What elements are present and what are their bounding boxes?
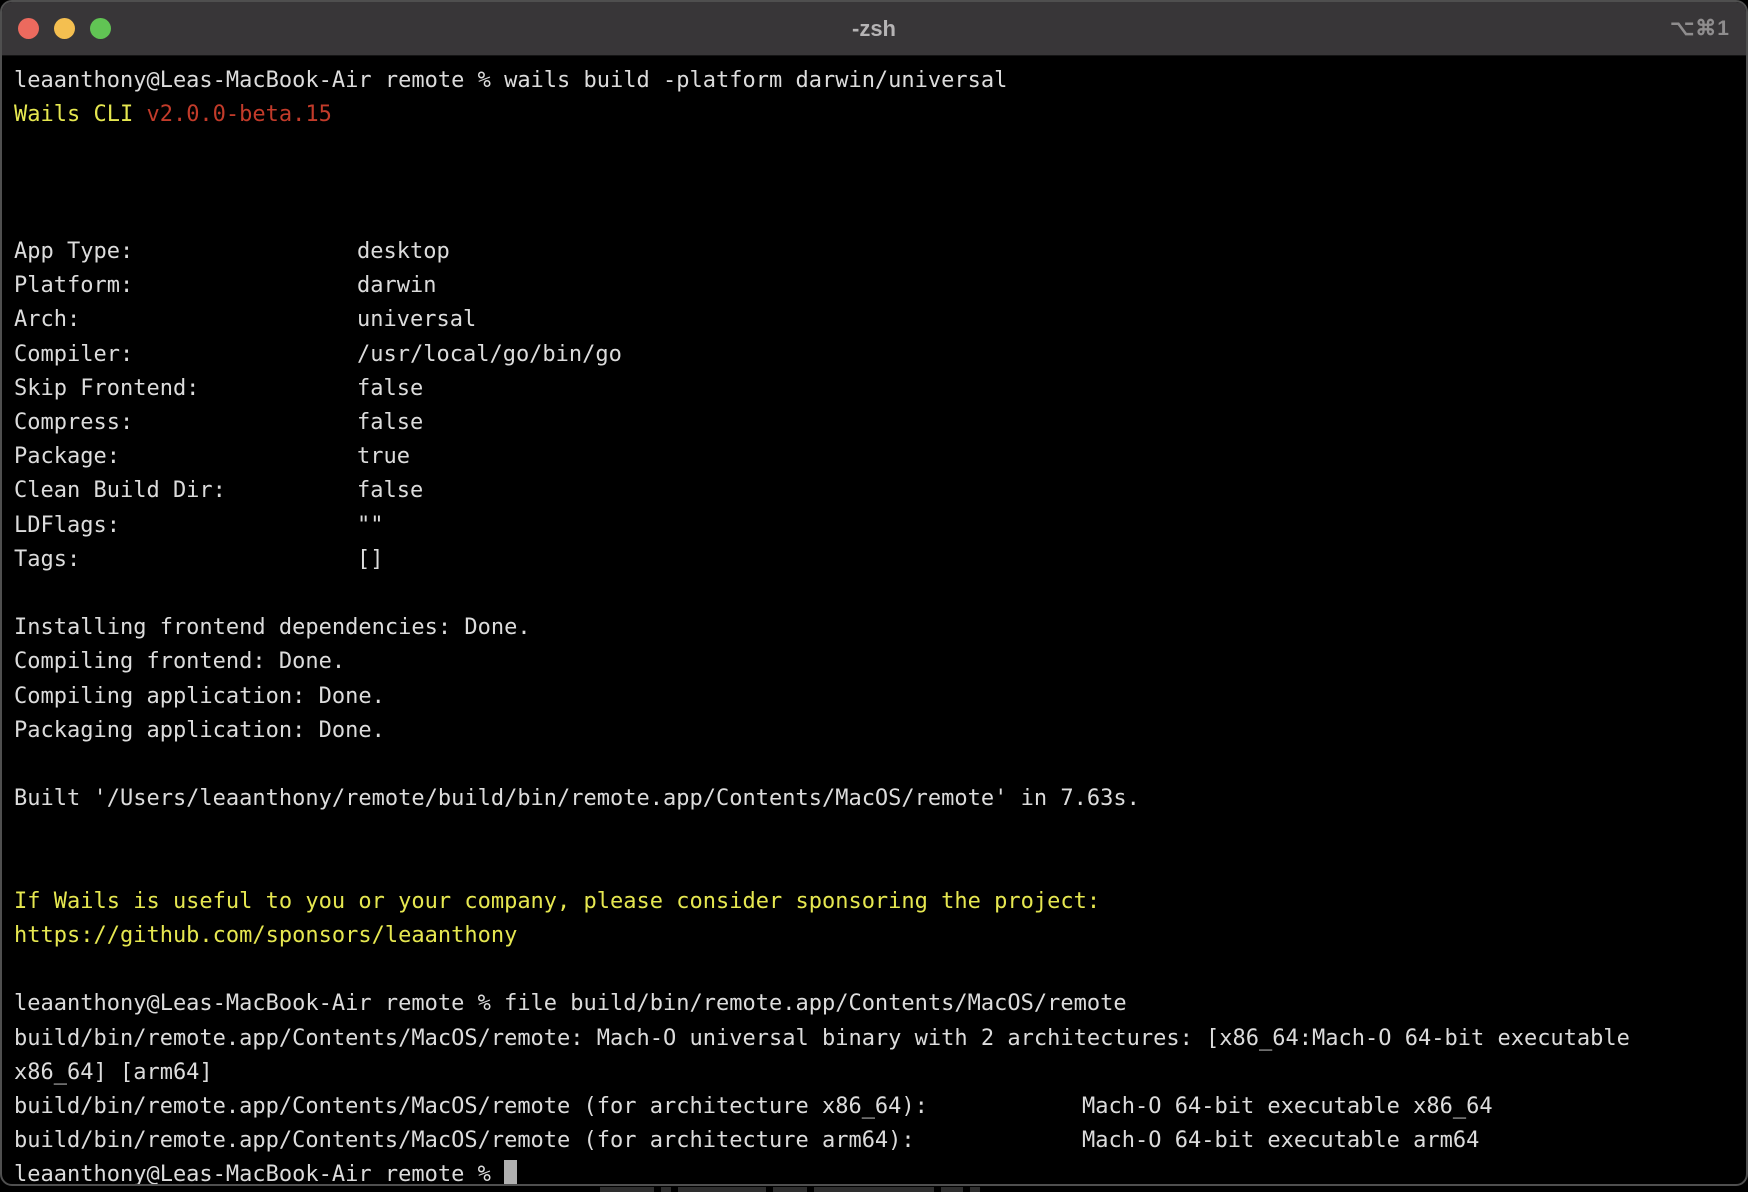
sliver-mark — [661, 1187, 671, 1192]
terminal-text: build/bin/remote.app/Contents/MacOS/remo… — [14, 1090, 1082, 1124]
terminal-text: Mach-O 64-bit executable arm64 — [1082, 1128, 1479, 1153]
background-window-sliver — [0, 1186, 1748, 1192]
blank-line — [14, 953, 1736, 987]
config-label: Tags: — [14, 543, 357, 577]
terminal-line: Compiler:/usr/local/go/bin/go — [14, 338, 1736, 372]
sponsor-message-line: If Wails is useful to you or your compan… — [14, 885, 1736, 919]
shell-prompt-line: leaanthony@Leas-MacBook-Air remote % fil… — [14, 987, 1736, 1021]
blank-line — [14, 748, 1736, 782]
config-value: false — [357, 410, 423, 435]
terminal-text: leaanthony@Leas-MacBook-Air remote % — [14, 1162, 504, 1186]
terminal-line: Clean Build Dir:false — [14, 474, 1736, 508]
active-prompt-line: leaanthony@Leas-MacBook-Air remote % — [14, 1158, 1736, 1186]
config-value: darwin — [357, 273, 436, 298]
terminal-screen[interactable]: leaanthony@Leas-MacBook-Air remote % wai… — [2, 56, 1746, 1186]
blank-line — [14, 577, 1736, 611]
terminal-line: Package:true — [14, 440, 1736, 474]
terminal-text: Compiling application: Done. — [14, 684, 385, 709]
shell-prompt-line: leaanthony@Leas-MacBook-Air remote % wai… — [14, 64, 1736, 98]
terminal-text: build/bin/remote.app/Contents/MacOS/remo… — [14, 1124, 1082, 1158]
build-step-line: Compiling application: Done. — [14, 680, 1736, 714]
file-arch-line: build/bin/remote.app/Contents/MacOS/remo… — [14, 1124, 1736, 1158]
config-label: LDFlags: — [14, 509, 357, 543]
blank-line — [14, 851, 1736, 885]
config-value: true — [357, 444, 410, 469]
config-value: false — [357, 478, 423, 503]
config-label: App Type: — [14, 235, 357, 269]
terminal-line: Skip Frontend:false — [14, 372, 1736, 406]
terminal-text: x86_64] [arm64] — [14, 1060, 213, 1085]
sliver-mark — [970, 1187, 980, 1192]
window-title: -zsh — [2, 2, 1746, 55]
file-arch-line: build/bin/remote.app/Contents/MacOS/remo… — [14, 1090, 1736, 1124]
config-value: false — [357, 376, 423, 401]
sliver-mark — [814, 1187, 934, 1192]
build-step-line: Installing frontend dependencies: Done. — [14, 611, 1736, 645]
terminal-text: build/bin/remote.app/Contents/MacOS/remo… — [14, 1026, 1630, 1051]
terminal-line: App Type:desktop — [14, 235, 1736, 269]
sliver-mark — [773, 1187, 807, 1192]
blank-line — [14, 201, 1736, 235]
terminal-window: -zsh ⌥⌘1 leaanthony@Leas-MacBook-Air rem… — [0, 0, 1748, 1186]
build-step-line: Packaging application: Done. — [14, 714, 1736, 748]
config-label: Clean Build Dir: — [14, 474, 357, 508]
config-value: universal — [357, 307, 476, 332]
config-value: /usr/local/go/bin/go — [357, 342, 622, 367]
config-label: Compress: — [14, 406, 357, 440]
terminal-line: Platform:darwin — [14, 269, 1736, 303]
file-output-line: x86_64] [arm64] — [14, 1056, 1736, 1090]
terminal-line: Arch:universal — [14, 303, 1736, 337]
blank-line — [14, 816, 1736, 850]
terminal-text: leaanthony@Leas-MacBook-Air remote % fil… — [14, 991, 1127, 1016]
config-value: "" — [357, 513, 384, 538]
config-label: Skip Frontend: — [14, 372, 357, 406]
terminal-text: Mach-O 64-bit executable x86_64 — [1082, 1094, 1493, 1119]
sliver-mark — [678, 1187, 766, 1192]
build-result-line: Built '/Users/leaanthony/remote/build/bi… — [14, 782, 1736, 816]
terminal-text: Installing frontend dependencies: Done. — [14, 615, 531, 640]
sliver-mark — [941, 1187, 963, 1192]
config-value: [] — [357, 547, 384, 572]
terminal-text: Wails CLI — [14, 102, 146, 127]
sliver-mark — [600, 1187, 654, 1192]
terminal-text: Packaging application: Done. — [14, 718, 385, 743]
terminal-text: Compiling frontend: Done. — [14, 649, 345, 674]
sponsor-link[interactable]: https://github.com/sponsors/leaanthony — [14, 923, 517, 948]
sponsor-link-line: https://github.com/sponsors/leaanthony — [14, 919, 1736, 953]
text-cursor — [504, 1160, 517, 1186]
terminal-text: v2.0.0-beta.15 — [146, 102, 331, 127]
terminal-line: LDFlags:"" — [14, 509, 1736, 543]
config-value: desktop — [357, 239, 450, 264]
wails-cli-version-line: Wails CLI v2.0.0-beta.15 — [14, 98, 1736, 132]
desktop-background: -zsh ⌥⌘1 leaanthony@Leas-MacBook-Air rem… — [0, 0, 1748, 1192]
titlebar[interactable]: -zsh ⌥⌘1 — [2, 2, 1746, 56]
file-output-line: build/bin/remote.app/Contents/MacOS/remo… — [14, 1022, 1736, 1056]
config-label: Arch: — [14, 303, 357, 337]
window-shortcut-badge: ⌥⌘1 — [1670, 2, 1730, 55]
config-label: Package: — [14, 440, 357, 474]
terminal-text: leaanthony@Leas-MacBook-Air remote % wai… — [14, 68, 1007, 93]
terminal-text: Built '/Users/leaanthony/remote/build/bi… — [14, 786, 1140, 811]
blank-line — [14, 167, 1736, 201]
config-label: Compiler: — [14, 338, 357, 372]
blank-line — [14, 132, 1736, 166]
build-step-line: Compiling frontend: Done. — [14, 645, 1736, 679]
terminal-line: Compress:false — [14, 406, 1736, 440]
terminal-text: If Wails is useful to you or your compan… — [14, 889, 1100, 914]
config-label: Platform: — [14, 269, 357, 303]
terminal-line: Tags:[] — [14, 543, 1736, 577]
